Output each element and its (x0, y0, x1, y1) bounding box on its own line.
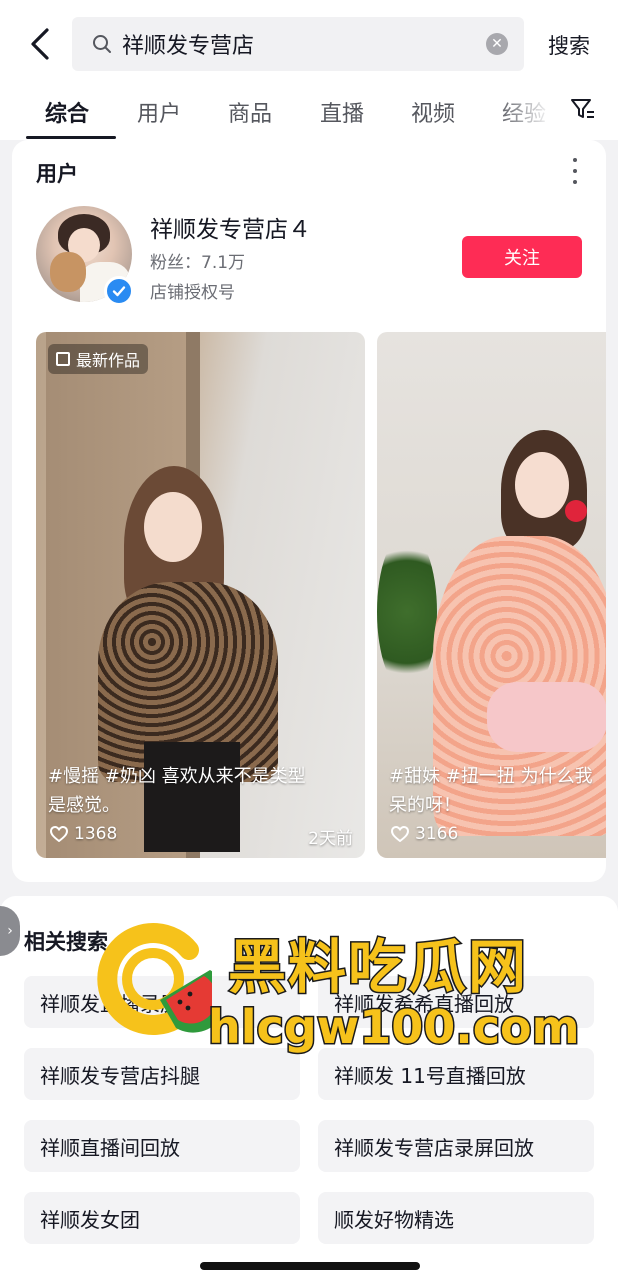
watermark-logo-icon (97, 923, 212, 1035)
video-card[interactable]: 最新作品 #慢摇 #奶凶 喜欢从来不是类型 是感觉。 1368 2天前 (36, 332, 365, 858)
back-arrow-icon[interactable] (22, 24, 58, 64)
video-caption-line: 呆的呀！ (389, 795, 461, 816)
related-search-chip[interactable]: 祥顺发专营店抖腿 (24, 1048, 300, 1100)
like-count: 3166 (391, 824, 458, 844)
video-thumbnail-figure (515, 452, 569, 518)
active-tab-indicator (26, 136, 116, 139)
verified-icon (104, 276, 134, 306)
search-header: 祥顺发专营店 ✕ 搜索 (0, 0, 618, 88)
related-search-chip[interactable]: 顺发好物精选 (318, 1192, 594, 1244)
clear-icon[interactable]: ✕ (486, 33, 508, 55)
tab-general[interactable]: 综合 (45, 96, 89, 128)
section-title-users: 用户 (36, 162, 78, 186)
video-caption-line: #慢摇 #奶凶 喜欢从来不是类型 (48, 766, 306, 787)
like-count-value: 3166 (415, 824, 459, 844)
user-result-card: 用户 祥顺发专营店４ 粉丝：7.1万 店铺授权号 关注 最新作品 #慢摇 #奶凶… (12, 140, 606, 882)
related-search-chip[interactable]: 祥顺发女团 (24, 1192, 300, 1244)
watermark-url: hlcgw100.com (207, 999, 582, 1056)
username[interactable]: 祥顺发专营店４ (150, 210, 311, 244)
related-search-chip[interactable]: 祥顺直播间回放 (24, 1120, 300, 1172)
search-input[interactable]: 祥顺发专营店 ✕ (72, 17, 524, 71)
tab-products[interactable]: 商品 (228, 96, 272, 128)
more-dots-icon[interactable] (568, 158, 582, 184)
tab-fade (496, 88, 566, 140)
result-tabs: 综合 用户 商品 直播 视频 经验 (0, 88, 618, 140)
video-card[interactable]: #甜妹 #扭一扭 为什么我 呆的呀！ 3166 (377, 332, 606, 858)
tab-users[interactable]: 用户 (137, 96, 181, 128)
home-indicator[interactable] (200, 1262, 420, 1270)
search-button[interactable]: 搜索 (548, 30, 590, 60)
video-caption: #慢摇 #奶凶 喜欢从来不是类型 是感觉。 (48, 762, 358, 820)
follow-button[interactable]: 关注 (462, 236, 582, 278)
heart-icon (391, 826, 409, 842)
video-caption-line: #甜妹 #扭一扭 为什么我 (389, 766, 593, 787)
latest-work-badge: 最新作品 (48, 344, 149, 374)
video-caption-line: 是感觉。 (48, 795, 120, 816)
latest-work-label: 最新作品 (76, 351, 141, 370)
video-thumbnail-figure (487, 682, 606, 752)
watermark-title: 黑料吃瓜网 (226, 932, 529, 1003)
search-query-text: 祥顺发专营店 (122, 34, 255, 59)
account-type-label: 店铺授权号 (150, 283, 235, 303)
follower-count: 粉丝：7.1万 (150, 253, 246, 273)
like-count-value: 1368 (74, 824, 118, 844)
video-thumbnail-figure (565, 500, 587, 522)
tab-videos[interactable]: 视频 (411, 96, 455, 128)
video-thumbnail-bg (377, 532, 437, 692)
post-time: 2天前 (308, 829, 353, 849)
video-caption: #甜妹 #扭一扭 为什么我 呆的呀！ (389, 762, 606, 820)
related-search-chip[interactable]: 祥顺发 11号直播回放 (318, 1048, 594, 1100)
heart-icon (50, 826, 68, 842)
video-thumbnail-figure (144, 492, 202, 562)
tab-live[interactable]: 直播 (320, 96, 364, 128)
like-count: 1368 (50, 824, 117, 844)
video-badge-icon (56, 352, 70, 366)
filter-icon[interactable] (570, 96, 596, 122)
search-icon (93, 35, 111, 53)
related-search-chip[interactable]: 祥顺发专营店录屏回放 (318, 1120, 594, 1172)
